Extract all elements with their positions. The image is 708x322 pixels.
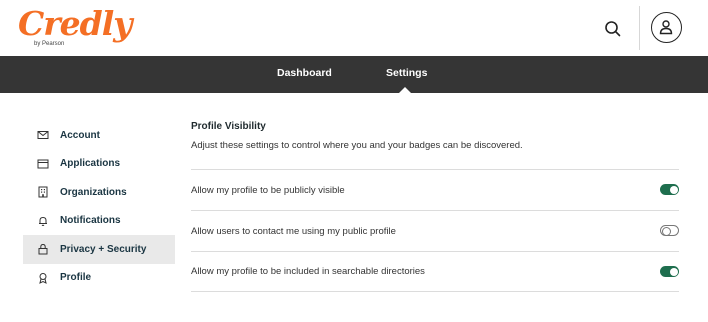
search-button[interactable] bbox=[602, 18, 624, 40]
sidebar-item-profile[interactable]: Profile bbox=[23, 264, 175, 293]
sidebar-item-label: Profile bbox=[60, 272, 92, 284]
setting-row-contact-me: Allow users to contact me using my publi… bbox=[191, 210, 679, 251]
logo-wordmark: Credly bbox=[18, 4, 132, 43]
section-description: Adjust these settings to control where y… bbox=[191, 140, 523, 151]
sidebar-item-label: Privacy + Security bbox=[60, 243, 147, 255]
badge-icon bbox=[39, 272, 47, 284]
public-visibility-toggle[interactable] bbox=[660, 184, 679, 195]
sidebar-item-notifications[interactable]: Notifications bbox=[23, 207, 175, 236]
sidebar-item-label: Notifications bbox=[60, 215, 121, 227]
user-icon bbox=[659, 20, 673, 35]
sidebar-item-privacy-security[interactable]: Privacy + Security bbox=[23, 235, 175, 264]
setting-row-public-visibility: Allow my profile to be publicly visible bbox=[191, 169, 679, 210]
settings-sidebar: Account Applications Organizations Notif… bbox=[23, 121, 175, 292]
setting-label: Allow my profile to be publicly visible bbox=[191, 184, 345, 196]
browser-window-icon bbox=[37, 159, 49, 169]
setting-row-searchable-directories: Allow my profile to be included in searc… bbox=[191, 251, 679, 292]
searchable-directories-toggle[interactable] bbox=[660, 266, 679, 277]
building-icon bbox=[38, 186, 48, 198]
credly-logo[interactable]: Credly by Pearson bbox=[18, 4, 132, 50]
setting-label: Allow users to contact me using my publi… bbox=[191, 225, 396, 237]
sidebar-item-organizations[interactable]: Organizations bbox=[23, 178, 175, 207]
search-icon bbox=[605, 21, 621, 37]
logo-subtitle: by Pearson bbox=[34, 41, 65, 47]
lock-icon bbox=[38, 244, 48, 255]
header-divider bbox=[639, 6, 640, 50]
mail-icon bbox=[37, 131, 49, 140]
settings-list: Allow my profile to be publicly visible … bbox=[191, 169, 679, 292]
bell-icon bbox=[39, 216, 47, 226]
top-header: Credly by Pearson bbox=[0, 0, 708, 56]
section-title: Profile Visibility bbox=[191, 121, 266, 132]
sidebar-item-label: Organizations bbox=[60, 186, 127, 198]
contact-me-toggle[interactable] bbox=[660, 225, 679, 236]
main-nav-bar: Dashboard Settings bbox=[0, 56, 708, 93]
account-avatar-button[interactable] bbox=[651, 12, 682, 43]
nav-tab-dashboard[interactable]: Dashboard bbox=[277, 67, 332, 79]
sidebar-item-account[interactable]: Account bbox=[23, 121, 175, 150]
setting-label: Allow my profile to be included in searc… bbox=[191, 266, 425, 277]
nav-tab-settings[interactable]: Settings bbox=[386, 67, 427, 79]
sidebar-item-label: Applications bbox=[60, 158, 121, 170]
privacy-settings-panel: Profile Visibility Adjust these settings… bbox=[191, 121, 679, 292]
sidebar-item-label: Account bbox=[60, 129, 100, 141]
sidebar-item-applications[interactable]: Applications bbox=[23, 150, 175, 179]
active-tab-caret bbox=[399, 87, 411, 93]
